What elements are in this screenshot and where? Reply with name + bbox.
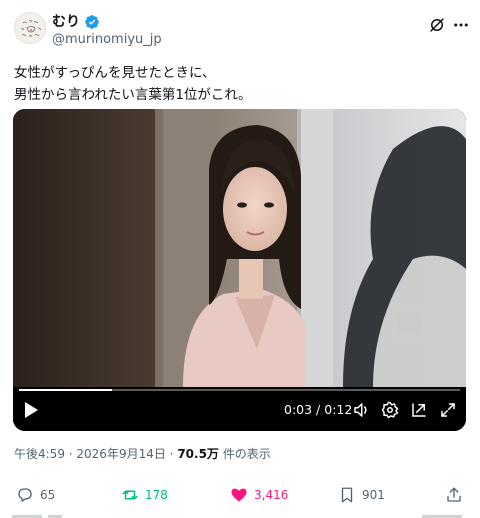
video-frame[interactable] xyxy=(13,109,466,387)
tweet-text: 女性がすっぴんを見せたときに、 男性から言われたい言葉第1位がこれ。 xyxy=(14,62,464,106)
verified-badge-icon xyxy=(85,15,99,29)
tweet-text-line: 女性がすっぴんを見せたときに、 xyxy=(14,65,216,81)
share-icon xyxy=(447,487,461,502)
timecode: 0:03 / 0:12 xyxy=(284,402,352,418)
retweet-count: 178 xyxy=(145,488,168,502)
meta-separator: · xyxy=(165,447,178,461)
time-current: 0:03 xyxy=(284,402,313,417)
like-count: 3,416 xyxy=(254,488,289,502)
author-handle[interactable]: @murinomiyu_jp xyxy=(52,32,162,48)
author-name-row[interactable]: むり xyxy=(52,13,100,31)
avatar[interactable] xyxy=(14,12,46,44)
bookmark-icon xyxy=(341,487,353,503)
retweet-button[interactable]: 178 xyxy=(121,486,168,504)
video-controls: 0:03 / 0:12 xyxy=(13,391,466,431)
volume-icon[interactable] xyxy=(352,401,370,419)
popout-icon[interactable] xyxy=(410,401,428,419)
more-icon[interactable] xyxy=(452,16,470,34)
settings-icon[interactable] xyxy=(381,401,399,419)
tweet-meta: 午後4:59 · 2026年9月14日 · 70.5万 件の表示 xyxy=(14,446,271,462)
doodle-avatar-icon xyxy=(20,20,42,38)
grok-icon[interactable] xyxy=(428,16,446,34)
bookmark-count: 901 xyxy=(362,488,385,502)
time-total: 0:12 xyxy=(324,402,353,417)
tweet-text-line: 男性から言われたい言葉第1位がこれ。 xyxy=(14,87,252,103)
video-player[interactable]: 0:03 / 0:12 xyxy=(13,109,466,431)
views-count: 70.5万 xyxy=(177,447,219,461)
display-name[interactable]: むり xyxy=(52,13,80,31)
next-post-peek xyxy=(12,515,462,518)
retweet-icon xyxy=(122,490,138,500)
reply-icon xyxy=(18,488,32,502)
play-icon[interactable] xyxy=(23,401,39,419)
views-label: 件の表示 xyxy=(222,447,271,461)
like-button[interactable]: 3,416 xyxy=(230,486,288,504)
meta-separator: · xyxy=(64,447,77,461)
tweet-date[interactable]: 2026年9月14日 xyxy=(76,447,165,461)
fullscreen-icon[interactable] xyxy=(439,401,457,419)
tweet-time[interactable]: 午後4:59 xyxy=(14,447,65,461)
action-bar: 65 178 3,416 901 xyxy=(0,486,480,508)
share-button[interactable] xyxy=(445,486,463,504)
reply-count: 65 xyxy=(40,488,56,502)
bookmark-button[interactable]: 901 xyxy=(338,486,385,504)
heart-icon xyxy=(231,488,247,502)
time-separator: / xyxy=(312,402,325,417)
reply-button[interactable]: 65 xyxy=(16,486,55,504)
